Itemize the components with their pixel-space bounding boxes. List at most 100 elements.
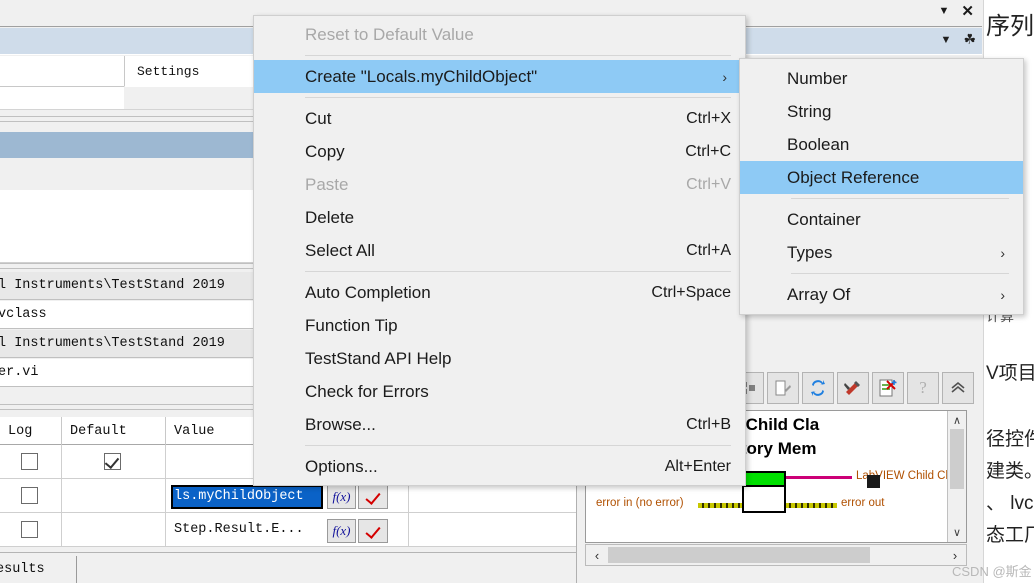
menu-item-delete[interactable]: Delete [254,201,745,234]
menu-item-label: Boolean [787,134,850,154]
menu-item-reset-to-default-value[interactable]: Reset to Default Value [254,18,745,51]
horizontal-scroll-thumb[interactable] [608,547,870,563]
submenu-item-boolean[interactable]: Boolean [740,128,1023,161]
table-row[interactable]: Step.Result.E... [0,513,576,547]
menu-item-browse[interactable]: Browse... Ctrl+B [254,408,745,441]
cell-log[interactable] [0,513,62,547]
menu-item-label: Number [787,68,848,88]
path-field-vi-path[interactable]: l Instruments\TestStand 2019 [0,330,260,358]
menu-item-cut[interactable]: Cut Ctrl+X [254,102,745,135]
path-field-module-path[interactable]: l Instruments\TestStand 2019 [0,272,260,300]
edit-vi-icon [775,380,791,396]
question-mark-icon: ? [919,378,927,397]
help-icon-button[interactable]: ? [907,372,939,404]
log-checkbox[interactable] [21,521,38,538]
cell-log[interactable] [0,479,62,513]
menu-separator [791,273,1009,274]
path-text: er.vi [0,365,39,380]
article-line: 态工厂 [986,525,1034,546]
check-icon [365,523,381,539]
menu-item-accelerator: Ctrl+X [686,109,731,127]
submenu-item-container[interactable]: Container [740,203,1023,236]
submenu-item-number[interactable]: Number [740,62,1023,95]
panel-dropdown-caret-icon[interactable]: ▼ [941,34,952,46]
value-expression-input[interactable]: ls.myChildObject [171,485,323,509]
pin-icon[interactable]: ☘ [963,31,976,48]
cell-default[interactable] [62,513,166,547]
screenshot-root: ▼ ✕ ▼ ☘ Settings l Instruments\TestStand… [0,0,1034,583]
path-field-class[interactable]: vclass [0,301,260,329]
menu-item-function-tip[interactable]: Function Tip [254,309,745,342]
context-menu: Reset to Default Value Create "Locals.my… [253,15,746,486]
log-checkbox[interactable] [21,453,38,470]
tab-settings[interactable]: Settings [124,56,260,87]
diagram-vertical-scrollbar[interactable]: ∧ ∨ [947,411,966,542]
menu-separator [305,445,731,446]
article-line: V项目 [986,363,1034,384]
submenu-item-object-reference[interactable]: Object Reference [740,161,1023,194]
column-header-default[interactable]: Default [62,417,166,445]
menu-item-accelerator: Ctrl+V [686,175,731,193]
error-out-label: error out [841,497,885,509]
menu-item-options[interactable]: Options... Alt+Enter [254,450,745,483]
path-text: l Instruments\TestStand 2019 [0,278,225,293]
menu-item-select-all[interactable]: Select All Ctrl+A [254,234,745,267]
close-icon[interactable]: ✕ [961,2,974,20]
menu-item-copy[interactable]: Copy Ctrl+C [254,135,745,168]
list-row[interactable] [0,190,260,227]
menu-item-create-locals-mychildobject[interactable]: Create "Locals.myChildObject" › [254,60,745,93]
menu-item-auto-completion[interactable]: Auto Completion Ctrl+Space [254,276,745,309]
submenu-item-types[interactable]: Types › [740,236,1023,269]
refresh-icon-button[interactable] [802,372,834,404]
accept-button-row3[interactable] [358,519,388,543]
tab-settings-label: Settings [137,63,200,79]
divider [0,409,260,410]
error-out-wire [785,503,837,508]
collapse-icon [951,381,965,393]
submenu-item-string[interactable]: String [740,95,1023,128]
menu-item-paste[interactable]: Paste Ctrl+V [254,168,745,201]
list-row[interactable] [0,158,260,191]
selected-tree-row[interactable] [0,132,260,158]
dropdown-caret-icon[interactable]: ▼ [939,5,950,17]
expression-browser-button-row2[interactable]: f(x) [327,485,356,509]
path-text: l Instruments\TestStand 2019 [0,336,225,351]
left-panel-subtab-strip [124,87,260,110]
menu-item-accelerator: Ctrl+C [685,142,731,160]
submenu-item-array-of[interactable]: Array Of › [740,278,1023,311]
collapse-icon-button[interactable] [942,372,974,404]
edit-vi-icon-button[interactable] [767,372,799,404]
tools-icon [844,381,860,395]
scroll-left-button[interactable]: ‹ [587,546,607,564]
list-row[interactable] [0,226,260,263]
refresh-icon [811,380,825,396]
vertical-scroll-thumb[interactable] [950,429,964,489]
cell-default[interactable] [62,479,166,513]
tools-icon-button[interactable] [837,372,869,404]
diagram-horizontal-scrollbar[interactable]: ‹ › [585,544,967,566]
default-checkbox[interactable] [104,453,121,470]
new-vi-icon-button[interactable] [872,372,904,404]
scroll-up-button[interactable]: ∧ [948,411,966,429]
article-line: 、 lvcl [986,493,1034,514]
cell-log[interactable] [0,445,62,479]
expression-browser-button-row3[interactable]: f(x) [327,519,356,543]
fx-label: f(x) [332,523,351,538]
divider [0,404,260,405]
tab-results-label: esults [0,562,45,577]
scroll-down-button[interactable]: ∨ [948,523,966,541]
log-checkbox[interactable] [21,487,38,504]
tab-results[interactable]: esults [0,556,77,583]
vi-connector-node[interactable] [742,471,786,513]
cell-default[interactable] [62,445,166,479]
path-field-vi-name[interactable]: er.vi [0,359,260,387]
menu-item-teststand-api-help[interactable]: TestStand API Help [254,342,745,375]
menu-item-label: Object Reference [787,167,920,187]
menu-item-accelerator: Ctrl+Space [651,283,731,301]
accept-button-row2[interactable] [358,485,388,509]
menu-item-check-for-errors[interactable]: Check for Errors [254,375,745,408]
column-header-log[interactable]: Log [0,417,62,445]
value-expression-selected-text: ls.myChildObject [173,487,321,507]
chevron-right-icon: › [1000,286,1005,303]
menu-item-label: Reset to Default Value [305,24,474,44]
